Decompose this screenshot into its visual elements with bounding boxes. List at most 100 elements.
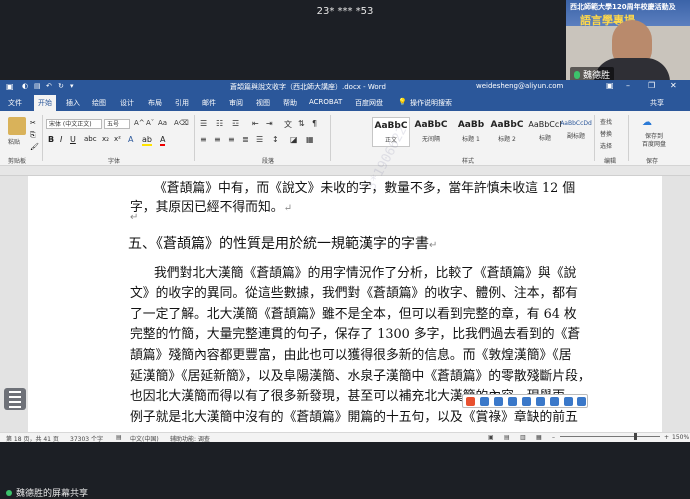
save-to-baidu-button[interactable]: 保存到 百度网盘: [634, 133, 674, 149]
highlight-icon[interactable]: ab: [142, 135, 152, 146]
web-layout-icon[interactable]: ▦: [536, 434, 542, 441]
share-footer: [0, 442, 690, 495]
autosave-icon[interactable]: ◐: [22, 82, 28, 90]
cut-icon[interactable]: ✂: [30, 119, 36, 127]
zoom-level[interactable]: 150%: [672, 434, 689, 441]
doc-line: 字，其原因已經不得而知。↵: [130, 196, 292, 215]
font-size-select[interactable]: 五号: [104, 119, 130, 129]
format-painter-icon[interactable]: 🖌: [30, 143, 39, 151]
presenter-video[interactable]: 西北師範大學120周年校慶活動及 語言學專場 魏德胜: [566, 0, 690, 82]
borders-icon[interactable]: ▦: [306, 135, 314, 144]
style-heading-2[interactable]: AaBbC 标题 2: [488, 117, 526, 147]
tab-insert[interactable]: 插入: [66, 98, 80, 108]
minimize-icon[interactable]: –: [626, 81, 630, 90]
ribbon-tabs: 文件 开始 插入 绘图 设计 布局 引用 邮件 审阅 视图 帮助 ACROBAT…: [0, 95, 690, 111]
ime-toolbar[interactable]: [462, 394, 588, 408]
share-button[interactable]: 共享: [650, 98, 664, 108]
decrease-indent-icon[interactable]: ⇤: [252, 119, 259, 128]
sort-icon[interactable]: ⇅: [298, 119, 305, 128]
ime-voice-icon[interactable]: [522, 397, 531, 406]
horizontal-ruler[interactable]: [0, 166, 690, 176]
ime-mode-icon[interactable]: [480, 397, 489, 406]
numbering-icon[interactable]: ☷: [216, 119, 223, 128]
underline-icon[interactable]: U: [70, 135, 76, 144]
ime-punct-icon[interactable]: [494, 397, 503, 406]
user-email[interactable]: weidesheng@aliyun.com: [476, 82, 563, 90]
select-button[interactable]: 选择: [600, 141, 612, 150]
clear-format-icon[interactable]: A⌫: [174, 119, 189, 127]
list-icon[interactable]: [4, 388, 26, 410]
style-title[interactable]: AaBbCcI 标题: [528, 117, 562, 147]
section-heading-text: 五、《蒼頡篇》的性質是用於統一規範漢字的字書: [128, 236, 429, 252]
tab-design[interactable]: 设计: [120, 98, 134, 108]
ribbon-separator: [628, 115, 629, 161]
focus-mode-icon[interactable]: ▣: [488, 434, 494, 441]
tab-review[interactable]: 审阅: [229, 98, 243, 108]
tab-view[interactable]: 视图: [256, 98, 270, 108]
chinese-layout-icon[interactable]: 文: [284, 119, 292, 130]
justify-icon[interactable]: ≣: [242, 135, 249, 144]
style-sample: AaBbCcDd: [560, 120, 592, 127]
redo-icon[interactable]: ↻: [58, 82, 64, 90]
close-icon[interactable]: ✕: [670, 81, 677, 90]
tab-home[interactable]: 开始: [34, 95, 56, 111]
align-right-icon[interactable]: ≡: [228, 135, 235, 144]
ime-skin-icon[interactable]: [550, 397, 559, 406]
show-marks-icon[interactable]: ¶: [312, 119, 317, 128]
bullets-icon[interactable]: ☰: [200, 119, 207, 128]
undo-icon[interactable]: ↶: [46, 82, 52, 90]
ime-keyboard-icon[interactable]: [536, 397, 545, 406]
multilevel-list-icon[interactable]: ☲: [232, 119, 239, 128]
tab-file[interactable]: 文件: [8, 98, 22, 108]
superscript-icon[interactable]: x²: [114, 135, 121, 143]
change-case-icon[interactable]: Aa: [158, 119, 167, 127]
increase-indent-icon[interactable]: ⇥: [266, 119, 273, 128]
align-center-icon[interactable]: ≡: [214, 135, 221, 144]
tab-draw[interactable]: 绘图: [92, 98, 106, 108]
tell-me-search[interactable]: 操作说明搜索: [410, 98, 452, 108]
shrink-font-icon[interactable]: Aˇ: [146, 119, 154, 127]
shading-icon[interactable]: ◪: [290, 135, 298, 144]
customize-quick-access-icon[interactable]: ▾: [70, 82, 74, 90]
paste-icon[interactable]: [8, 117, 26, 135]
clipboard-group-label: 剪贴板: [8, 158, 27, 165]
distributed-icon[interactable]: ☰: [256, 135, 263, 144]
text-effects-icon[interactable]: A: [128, 135, 133, 144]
tab-baidu-netdisk[interactable]: 百度网盘: [355, 98, 383, 108]
subscript-icon[interactable]: x₂: [102, 135, 109, 143]
tab-mailings[interactable]: 邮件: [202, 98, 216, 108]
ime-tools-icon[interactable]: [564, 397, 573, 406]
print-layout-icon[interactable]: ▥: [520, 434, 526, 441]
zoom-out-icon[interactable]: –: [552, 434, 555, 441]
tab-references[interactable]: 引用: [175, 98, 189, 108]
style-heading-1[interactable]: AaBb 标题 1: [452, 117, 490, 147]
font-name-select[interactable]: 宋体 (中文正文): [46, 119, 102, 129]
tab-acrobat[interactable]: ACROBAT: [309, 98, 342, 106]
copy-icon[interactable]: ⎘: [30, 131, 36, 140]
tab-help[interactable]: 帮助: [283, 98, 297, 108]
ime-menu-icon[interactable]: [577, 397, 586, 406]
ime-emoji-icon[interactable]: [508, 397, 517, 406]
italic-icon[interactable]: I: [60, 135, 62, 144]
save-icon[interactable]: ▤: [34, 82, 41, 90]
tab-layout[interactable]: 布局: [148, 98, 162, 108]
ribbon-display-icon[interactable]: ▣: [606, 81, 614, 90]
zoom-slider-track[interactable]: [560, 436, 660, 437]
baidu-cloud-icon[interactable]: ☁: [642, 117, 652, 128]
align-left-icon[interactable]: ≡: [200, 135, 207, 144]
replace-button[interactable]: 替换: [600, 129, 612, 138]
line-spacing-icon[interactable]: ↕: [272, 135, 279, 144]
bold-icon[interactable]: B: [48, 135, 54, 144]
find-button[interactable]: 查找: [600, 117, 612, 126]
style-subtitle[interactable]: AaBbCcDd 副标题: [560, 117, 592, 147]
grow-font-icon[interactable]: A^: [134, 119, 145, 127]
restore-icon[interactable]: ❐: [648, 81, 655, 90]
style-no-spacing[interactable]: AaBbC 无间隔: [412, 117, 450, 147]
strikethrough-icon[interactable]: abc: [84, 135, 97, 143]
zoom-in-icon[interactable]: +: [664, 434, 669, 441]
font-color-icon[interactable]: A: [160, 135, 166, 146]
zoom-slider-knob[interactable]: [634, 433, 637, 440]
ime-logo-icon[interactable]: [466, 397, 475, 406]
proofing-icon[interactable]: ▤: [116, 434, 122, 441]
read-mode-icon[interactable]: ▤: [504, 434, 510, 441]
